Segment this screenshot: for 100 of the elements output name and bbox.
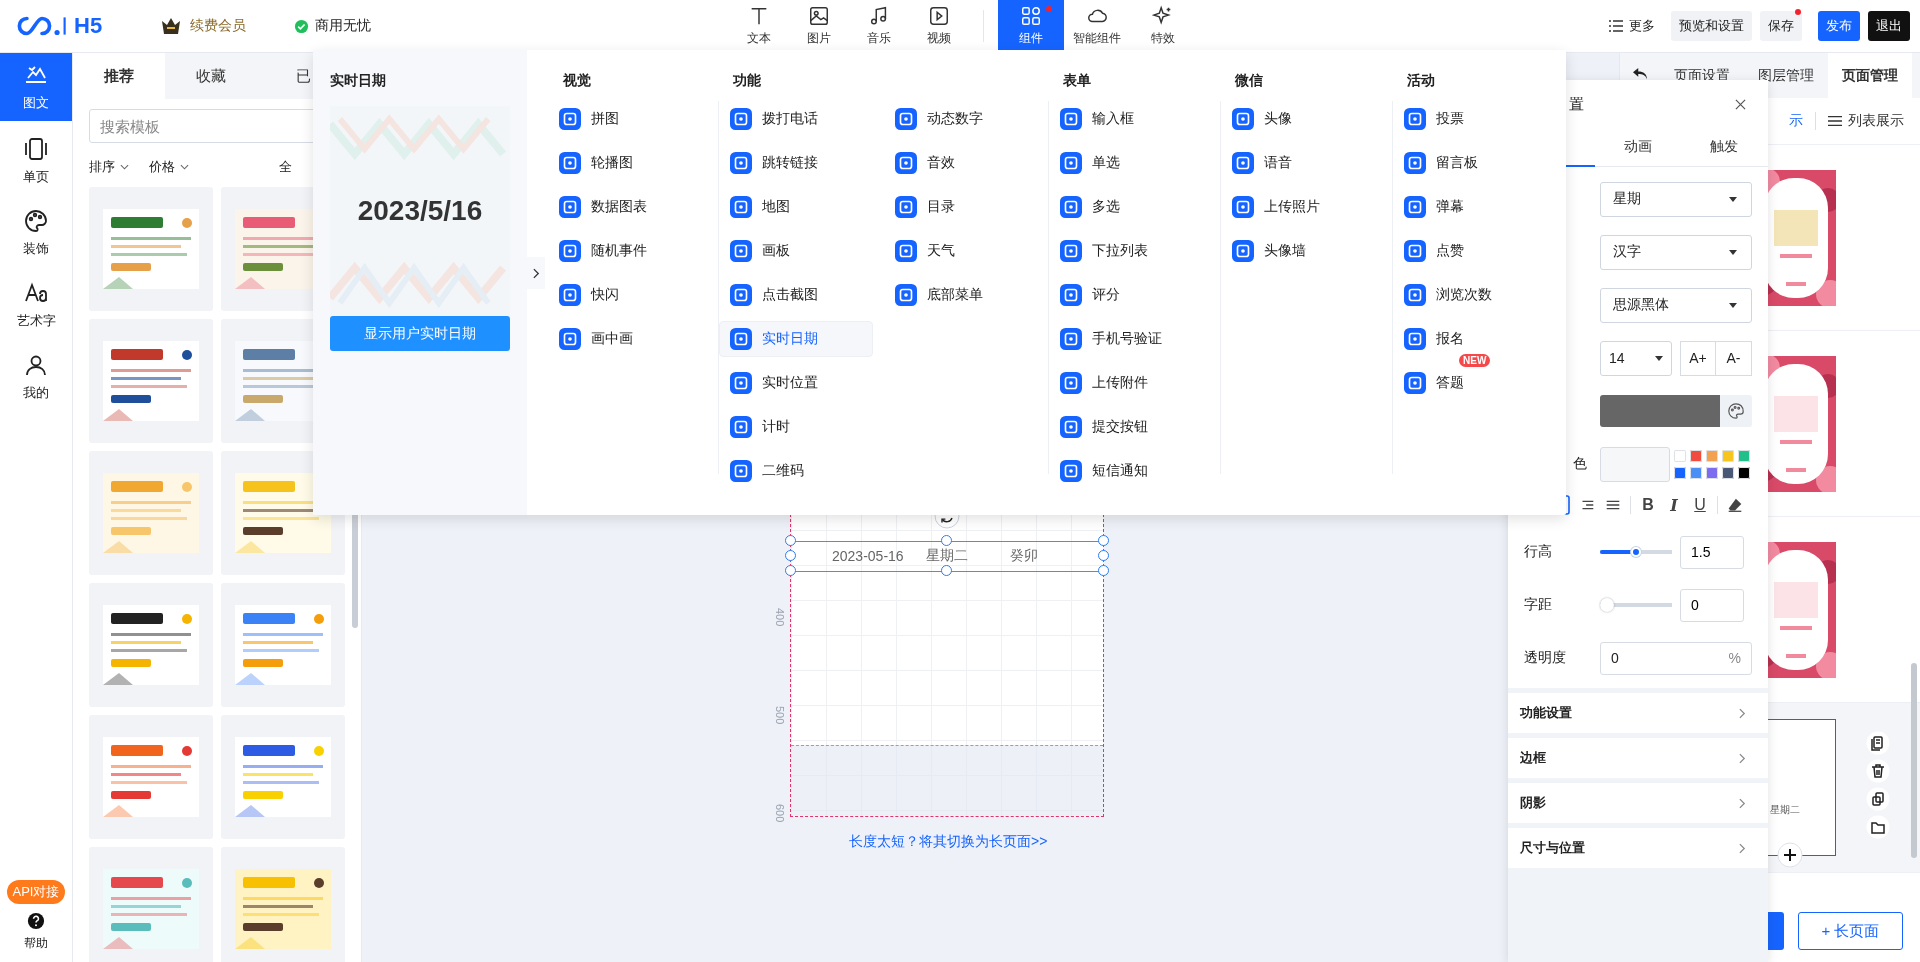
component-item[interactable]: 轮播图 [558, 145, 702, 181]
nav-item[interactable]: 图文 [0, 53, 72, 121]
opacity-field[interactable]: 0 % [1600, 641, 1752, 675]
filter-dropdown[interactable]: 排序 [89, 158, 129, 176]
color-swatch[interactable] [1674, 466, 1686, 479]
component-item[interactable]: 目录 [893, 189, 1038, 225]
add-page-icon[interactable] [1777, 842, 1803, 868]
help-button[interactable]: 帮助 [0, 912, 72, 952]
component-item[interactable]: 头像 [1231, 101, 1375, 137]
copy-icon[interactable] [1866, 731, 1890, 755]
toolbar-action-button[interactable]: 发布 [1818, 11, 1860, 41]
toolbar-button[interactable]: 特效 [1129, 0, 1196, 52]
background-color-field[interactable] [1600, 446, 1670, 482]
component-item[interactable]: 语音 [1231, 145, 1375, 181]
template-tab[interactable]: 推荐 [73, 53, 165, 99]
component-item[interactable]: 浏览次数 [1403, 277, 1547, 313]
section-header[interactable]: 尺寸与位置 [1508, 828, 1768, 868]
slider-thumb[interactable] [1631, 547, 1641, 557]
format-button[interactable]: B [1639, 496, 1657, 514]
component-item[interactable]: 报名 [1403, 321, 1547, 357]
color-swatch[interactable] [1722, 466, 1734, 479]
toolbar-button[interactable]: 文本 [728, 0, 789, 52]
color-swatch[interactable] [1690, 449, 1702, 462]
color-swatch[interactable] [1722, 449, 1734, 462]
vip-link[interactable]: 续费会员 [190, 17, 247, 35]
component-item[interactable]: 拨打电话 [729, 101, 873, 137]
color-swatch[interactable] [1706, 466, 1718, 479]
component-item[interactable]: 地图 [729, 189, 873, 225]
component-item[interactable]: 快闪 [558, 277, 702, 313]
toolbar-button[interactable]: 智能组件 [1063, 0, 1130, 52]
component-item[interactable]: 多选 [1059, 189, 1203, 225]
component-item[interactable]: 答题 [1403, 365, 1547, 401]
color-swatch[interactable] [1706, 449, 1718, 462]
component-item[interactable]: 点击截图 [729, 277, 873, 313]
slider-thumb[interactable] [1600, 598, 1614, 612]
component-item[interactable]: 数据图表 [558, 189, 702, 225]
format-button[interactable]: U [1691, 496, 1709, 514]
component-item[interactable]: 动态数字 [893, 101, 1038, 137]
select-field[interactable]: 星期 [1600, 181, 1752, 217]
trash-icon[interactable] [1866, 759, 1890, 783]
resize-handle[interactable] [785, 550, 796, 561]
component-item[interactable]: 点赞 [1403, 233, 1547, 269]
color-swatch[interactable] [1690, 466, 1702, 479]
component-item[interactable]: 跳转链接 [729, 145, 873, 181]
panel-tab[interactable]: 页面管理 [1828, 53, 1912, 98]
font-size-select[interactable]: 14 [1600, 340, 1672, 376]
eraser-icon[interactable] [1726, 496, 1744, 514]
section-header[interactable]: 阴影 [1508, 783, 1768, 823]
component-item[interactable]: 音效 [893, 145, 1038, 181]
component-item[interactable]: 手机号验证 [1059, 321, 1203, 357]
color-swatch[interactable] [1674, 449, 1686, 462]
resize-handle[interactable] [941, 565, 952, 576]
toolbar-action-button[interactable]: 保存 [1760, 11, 1802, 41]
component-item[interactable]: 上传照片 [1231, 189, 1375, 225]
color-field[interactable] [1600, 395, 1720, 427]
component-item[interactable]: 评分 [1059, 277, 1203, 313]
select-field[interactable]: 汉字 [1600, 234, 1752, 270]
nav-item[interactable]: 艺术字 [0, 269, 72, 341]
close-icon[interactable] [1735, 98, 1746, 110]
component-item[interactable]: 拼图 [558, 101, 702, 137]
toolbar-action-button[interactable]: 预览和设置 [1671, 11, 1752, 41]
nav-item[interactable]: 我的 [0, 341, 72, 413]
component-item[interactable]: 画中画 [558, 321, 702, 357]
resize-handle[interactable] [785, 535, 796, 546]
number-field[interactable]: 1.5 [1680, 535, 1744, 569]
filter-dropdown[interactable]: 价格 [149, 158, 189, 176]
properties-tab[interactable]: 触发 [1681, 128, 1767, 166]
component-item[interactable]: 实时日期 [719, 321, 873, 357]
nav-item[interactable]: 装饰 [0, 197, 72, 269]
section-header[interactable]: 边框 [1508, 738, 1768, 778]
component-item[interactable]: 留言板 [1403, 145, 1547, 181]
properties-tab[interactable]: 动画 [1595, 128, 1681, 166]
select-field[interactable]: 思源黑体 [1600, 287, 1752, 323]
component-item[interactable]: 实时位置 [729, 365, 873, 401]
nav-item[interactable]: 单页 [0, 125, 72, 197]
component-item[interactable]: 随机事件 [558, 233, 702, 269]
duplicate-icon[interactable] [1866, 787, 1890, 811]
resize-handle[interactable] [785, 565, 796, 576]
toolbar-button[interactable]: 图片 [788, 0, 849, 52]
long-page-button[interactable]: + 长页面 [1798, 912, 1903, 950]
component-item[interactable]: 短信通知 [1059, 453, 1203, 489]
format-button[interactable]: I [1665, 495, 1683, 515]
resize-handle[interactable] [1098, 565, 1109, 576]
folder-icon[interactable] [1866, 815, 1890, 839]
toolbar-button[interactable]: 组件 [997, 0, 1064, 52]
section-header[interactable]: 功能设置 [1508, 693, 1768, 733]
component-item[interactable]: 输入框 [1059, 101, 1203, 137]
component-item[interactable]: 单选 [1059, 145, 1203, 181]
expand-arrow-button[interactable] [527, 257, 545, 289]
palette-button[interactable] [1720, 395, 1752, 427]
toolbar-button[interactable]: 音乐 [848, 0, 909, 52]
toolbar-button[interactable]: 视频 [908, 0, 969, 52]
font-size-button[interactable]: A- [1716, 340, 1752, 376]
date-element[interactable]: 2023-05-16 星期二 癸卯 [785, 535, 1109, 577]
font-size-button[interactable]: A+ [1680, 340, 1716, 376]
component-item[interactable]: 计时 [729, 409, 873, 445]
resize-handle[interactable] [1098, 535, 1109, 546]
component-item[interactable]: 二维码 [729, 453, 873, 489]
resize-handle[interactable] [1098, 550, 1109, 561]
component-item[interactable]: 上传附件 [1059, 365, 1203, 401]
